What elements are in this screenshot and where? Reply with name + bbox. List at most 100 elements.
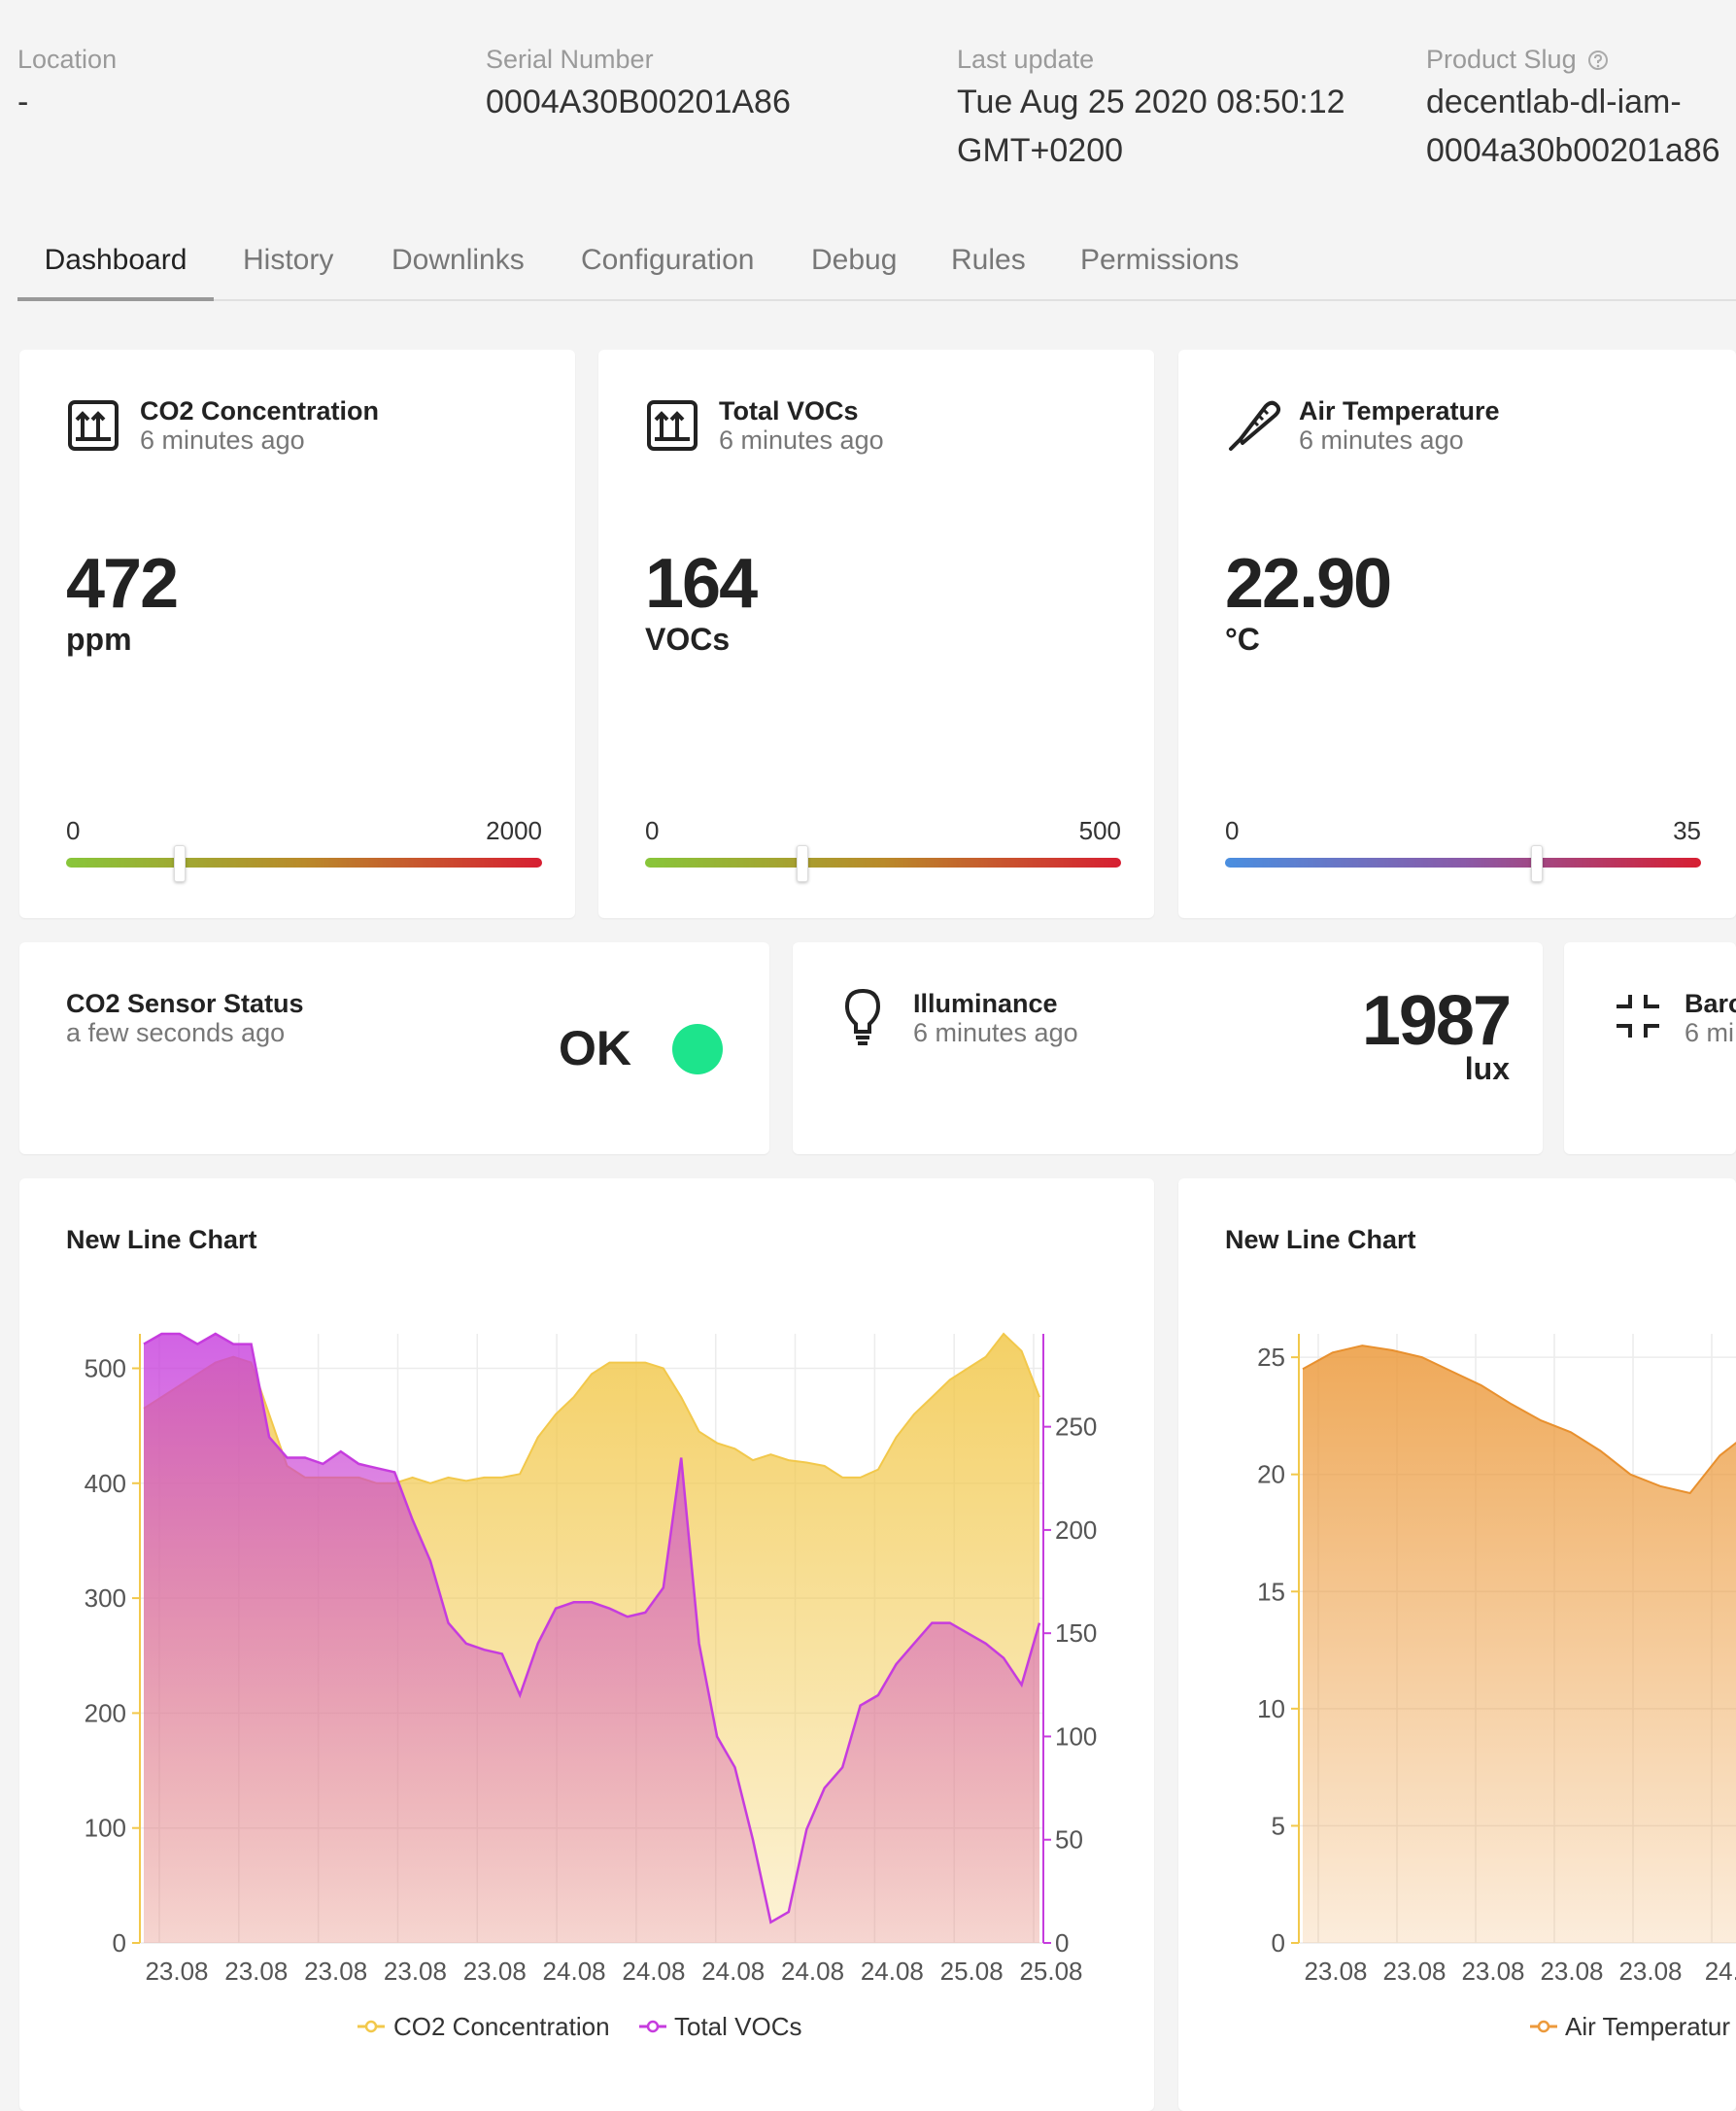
right-tick-label: 250 (1055, 1413, 1097, 1442)
legend-label: Air Temperatur (1565, 2012, 1730, 2041)
right-tick-label: 0 (1055, 1928, 1069, 1958)
product-slug-label: Product Slug (1426, 45, 1609, 75)
tab-history[interactable]: History (243, 233, 333, 297)
widget-title: Air Temperature (1299, 396, 1500, 426)
location-label: Location (17, 45, 118, 74)
scale-min: 0 (66, 816, 81, 845)
location-value: - (17, 84, 29, 120)
product-slug-line-1: decentlab-dl-iam- (1426, 84, 1682, 120)
gauge-knob (796, 845, 808, 882)
x-tick-label: 23.08 (384, 1957, 447, 1986)
x-tick-label: 23.08 (463, 1957, 527, 1986)
right-tick-label: 100 (1055, 1721, 1097, 1751)
y-tick-label: 15 (1257, 1577, 1285, 1606)
tab-rules[interactable]: Rules (951, 233, 1026, 297)
widget-value: 164 (645, 545, 758, 623)
scale-max: 2000 (486, 816, 542, 845)
compress-icon (1617, 995, 1659, 1038)
last-update-line-2: GMT+0200 (957, 132, 1124, 169)
y-tick-label: 0 (1272, 1928, 1285, 1958)
x-tick-label: 23.08 (1618, 1957, 1682, 1986)
x-tick-label: 24.08 (543, 1957, 606, 1986)
tab-configuration[interactable]: Configuration (581, 233, 754, 297)
lightbulb-icon (844, 988, 881, 1045)
widget-timestamp: a few seconds ago (66, 1018, 286, 1047)
widget-title: Total VOCs (719, 396, 859, 426)
right-tick-label: 150 (1055, 1618, 1097, 1648)
x-tick-label: 23.08 (224, 1957, 288, 1986)
last-update-label: Last update (957, 45, 1095, 74)
x-tick-label: 24.0 (1705, 1957, 1736, 1986)
left-tick-label: 300 (85, 1583, 126, 1613)
widget-timestamp: 6 minutes ago (913, 1018, 1078, 1047)
tab-debug[interactable]: Debug (811, 233, 897, 297)
gauge-bar (66, 858, 542, 868)
left-tick-label: 400 (85, 1469, 126, 1498)
product-slug-value: decentlab-dl-iam- 0004a30b00201a86 (1426, 78, 1720, 175)
x-tick-label: 24.08 (622, 1957, 685, 1986)
x-tick-label: 25.08 (940, 1957, 1004, 1986)
gauge-box-icon (647, 400, 698, 451)
widget-timestamp: 6 mi (1685, 1018, 1735, 1047)
scale-min: 0 (1225, 816, 1240, 845)
gauge-bar (1225, 858, 1701, 868)
widget-unit: lux (1464, 1051, 1510, 1086)
widget-value: 1987 (1361, 982, 1512, 1060)
illuminance-widget[interactable]: Illuminance 6 minutes ago 1987 lux (793, 942, 1543, 1154)
tab-downlinks[interactable]: Downlinks (391, 233, 525, 297)
widget-timestamp: 6 minutes ago (1299, 426, 1464, 455)
gauge-knob (1531, 845, 1544, 882)
tab-permissions[interactable]: Permissions (1080, 233, 1239, 297)
help-icon[interactable] (1587, 50, 1609, 71)
x-tick-label: 23.08 (1382, 1957, 1446, 1986)
legend-air-temperature[interactable]: Air Temperatur (1530, 2012, 1730, 2041)
tab-bar: Dashboard History Downlinks Configuratio… (17, 233, 1736, 301)
x-tick-label: 23.08 (304, 1957, 367, 1986)
left-tick-label: 500 (85, 1353, 126, 1382)
y-tick-label: 10 (1257, 1694, 1285, 1723)
scale-max: 35 (1673, 816, 1701, 845)
line-chart-card-2[interactable]: New Line Chart 0 5 10 15 20 25 23.08 23.08 23.08… (1178, 1178, 1736, 2111)
legend-total-vocs[interactable]: Total VOCs (639, 2012, 802, 2041)
scale-max: 500 (1078, 816, 1121, 845)
y-tick-label: 25 (1257, 1343, 1285, 1372)
y-tick-label: 5 (1272, 1811, 1285, 1840)
scale-min: 0 (645, 816, 660, 845)
line-chart-svg[interactable]: 051015202523.0823.0823.0823.0823.0824.0 … (1178, 1178, 1736, 2111)
co2-sensor-status-widget[interactable]: CO2 Sensor Status a few seconds ago OK (19, 942, 769, 1154)
y-tick-label: 20 (1257, 1460, 1285, 1489)
x-tick-label: 23.08 (1461, 1957, 1524, 1986)
barometer-widget[interactable]: Baro 6 mi (1564, 942, 1736, 1154)
legend-co2-concentration[interactable]: CO2 Concentration (357, 2012, 610, 2041)
right-tick-label: 200 (1055, 1515, 1097, 1545)
total-vocs-widget[interactable]: Total VOCs 6 minutes ago 164 VOCs 0 500 (598, 350, 1154, 918)
tab-dashboard[interactable]: Dashboard (17, 233, 214, 301)
widget-value: 22.90 (1225, 545, 1392, 623)
gauge-box-icon (68, 400, 119, 451)
status-indicator-dot (672, 1024, 723, 1074)
widget-title: Illuminance (913, 989, 1058, 1018)
left-tick-label: 100 (85, 1814, 126, 1843)
air-temperature-widget[interactable]: Air Temperature 6 minutes ago 22.90 °C 0… (1178, 350, 1736, 918)
co2-concentration-widget[interactable]: CO2 Concentration 6 minutes ago 472 ppm … (19, 350, 575, 918)
left-tick-label: 200 (85, 1698, 126, 1727)
serial-number-label: Serial Number (486, 45, 654, 74)
widget-unit: VOCs (645, 622, 731, 657)
product-slug-label-text: Product Slug (1426, 45, 1577, 74)
x-tick-label: 25.08 (1019, 1957, 1082, 1986)
last-update-line-1: Tue Aug 25 2020 08:50:12 (957, 84, 1345, 120)
left-tick-label: 0 (113, 1928, 126, 1958)
x-tick-label: 24.08 (701, 1957, 765, 1986)
air-temperature-area (1303, 1345, 1736, 1943)
x-tick-label: 24.08 (781, 1957, 844, 1986)
x-tick-label: 24.08 (861, 1957, 924, 1986)
x-tick-label: 23.08 (145, 1957, 208, 1986)
legend-label: CO2 Concentration (393, 2012, 610, 2041)
widget-unit: °C (1225, 622, 1260, 657)
line-chart-card-1[interactable]: New Line Chart 0 100 200 300 400 500 0 50 100 150… (19, 1178, 1154, 2111)
thermometer-icon (1229, 400, 1281, 451)
line-chart-svg[interactable]: 0 100 200 300 400 500 0 50 100 150 200 250 23.08 23.0… (19, 1178, 1154, 2111)
widget-timestamp: 6 minutes ago (140, 426, 305, 455)
legend-label: Total VOCs (674, 2012, 802, 2041)
widget-title: CO2 Sensor Status (66, 989, 304, 1018)
